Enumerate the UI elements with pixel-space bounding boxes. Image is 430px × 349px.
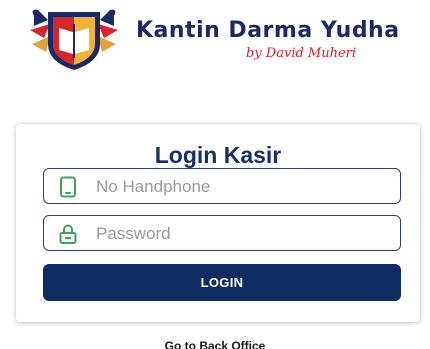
phone-icon xyxy=(60,176,76,198)
brand-header: DARMA YUDHA Kantin Darma Yudha by David … xyxy=(28,4,408,72)
password-field[interactable] xyxy=(43,215,401,251)
back-office-link[interactable]: Go to Back Office xyxy=(0,339,430,349)
login-title: Login Kasir xyxy=(154,142,282,168)
lock-icon xyxy=(59,224,77,244)
login-card: Login Kasir LOGIN xyxy=(16,124,420,322)
password-input[interactable] xyxy=(96,220,391,247)
logo-banner-text: DARMA YUDHA xyxy=(52,7,96,13)
phone-field[interactable] xyxy=(43,168,401,204)
brand-byline: by David Muheri xyxy=(246,46,357,61)
brand-name: Kantin Darma Yudha xyxy=(136,18,400,43)
darma-yudha-logo: DARMA YUDHA xyxy=(30,7,118,70)
phone-input[interactable] xyxy=(96,173,391,200)
login-button[interactable]: LOGIN xyxy=(43,264,401,301)
